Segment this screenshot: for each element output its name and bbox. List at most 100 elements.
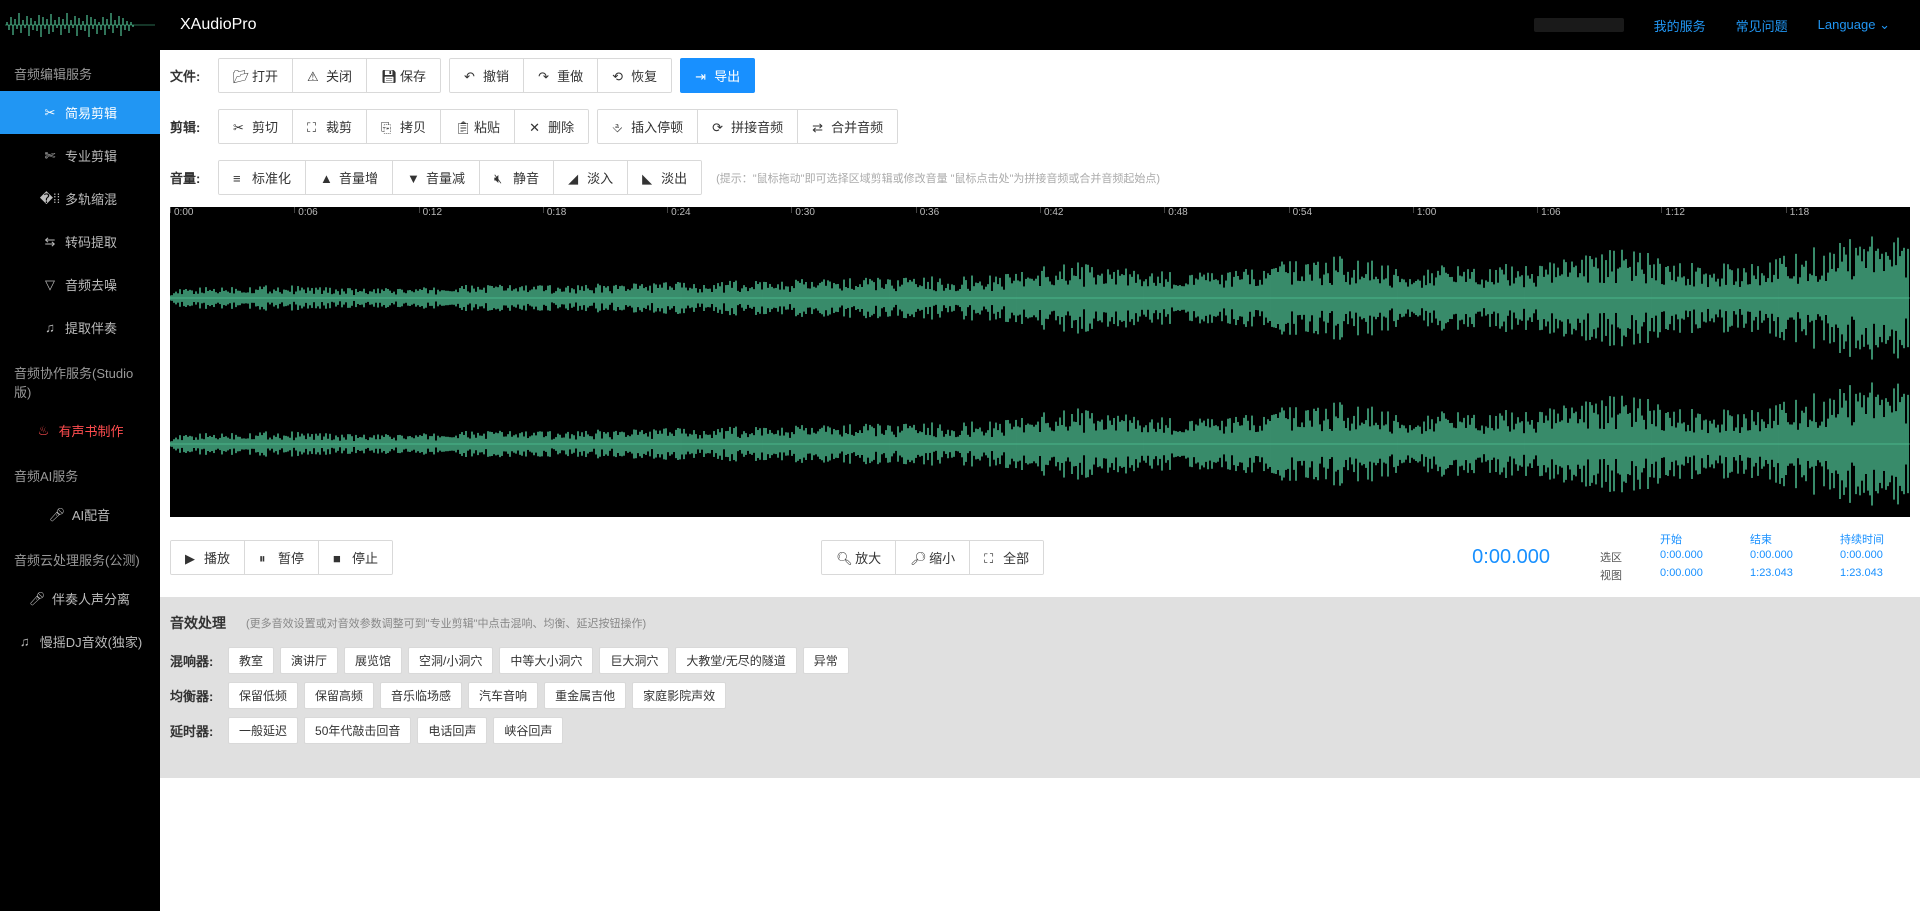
my-service-link[interactable]: 我的服务 [1654,16,1706,35]
undo-button[interactable]: ↶撤销 [450,59,523,92]
reverb-preset-4[interactable]: 中等大小洞穴 [499,647,593,674]
eq-preset-1[interactable]: 保留高频 [304,682,374,709]
reverb-preset-6[interactable]: 大教堂/无尽的隧道 [675,647,796,674]
file-toolbar: 文件: 📂︎打开 ⚠︎关闭 💾︎保存 ↶撤销 ↷重做 ⟲恢复 ⇥导出 [160,50,1920,101]
stop-button[interactable]: ■停止 [318,541,392,574]
user-placeholder [1534,18,1624,32]
language-select[interactable]: Language ⌄ [1818,17,1890,33]
reverb-preset-0[interactable]: 教室 [228,647,274,674]
eq-preset-0[interactable]: 保留低频 [228,682,298,709]
sidebar-item-pro-edit[interactable]: ✄专业剪辑 [0,134,160,177]
scissors-icon: ✂ [43,106,57,120]
paste-button[interactable]: 📋︎粘贴 [440,110,514,143]
sidebar-item-ai-voice[interactable]: 🎤︎AI配音 [0,493,160,536]
sidebar-section-studio: 音频协作服务(Studio版) [0,349,160,409]
zoom-all-button[interactable]: ⛶全部 [969,541,1043,574]
sidebar-section-cloud: 音频云处理服务(公测) [0,536,160,577]
mute-button[interactable]: 🔇︎静音 [479,161,553,194]
waveform-channel-right[interactable] [170,371,1910,517]
delay-preset-0[interactable]: 一般延迟 [228,717,298,744]
ruler-tick: 1:18 [1786,207,1809,213]
fx-panel: 音效处理 (更多音效设置或对音效参数调整可到"专业剪辑"中点击混响、均衡、延迟按… [160,597,1920,778]
chevron-down-icon: ⌄ [1879,17,1890,32]
delete-button[interactable]: ✕删除 [514,110,588,143]
save-button[interactable]: 💾︎保存 [366,59,440,92]
delay-preset-2[interactable]: 电话回声 [417,717,487,744]
ruler-tick: 1:06 [1537,207,1560,213]
fade-out-button[interactable]: ◣淡出 [627,161,701,194]
merge-audio-button[interactable]: ⇄合并音频 [797,110,897,143]
toolbar-tip: (提示："鼠标拖动"即可选择区域剪辑或修改音量 "鼠标点击处"为拼接音频或合并音… [716,170,1160,186]
waveform-channel-left[interactable] [170,225,1910,371]
delete-icon: ✕ [529,120,542,133]
mic-icon: 🎤︎ [50,508,64,522]
ruler-tick: 0:42 [1040,207,1063,213]
sidebar-section-ai: 音频AI服务 [0,452,160,493]
sidebar-item-simple-edit[interactable]: ✂简易剪辑 [0,91,160,134]
eq-preset-4[interactable]: 重金属吉他 [544,682,626,709]
faq-link[interactable]: 常见问题 [1736,16,1788,35]
reverb-preset-3[interactable]: 空洞/小洞穴 [408,647,493,674]
normalize-button[interactable]: ≡标准化 [219,161,305,194]
eq-preset-3[interactable]: 汽车音响 [468,682,538,709]
headphones-icon: ♫ [18,635,32,649]
sidebar-item-multitrack[interactable]: �⁞⁞多轨缩混 [0,177,160,220]
play-icon: ▶ [185,551,198,564]
ruler-tick: 0:54 [1289,207,1312,213]
open-button[interactable]: 📂︎打开 [219,59,292,92]
zoom-out-icon: 🔎︎ [910,551,923,564]
close-button[interactable]: ⚠︎关闭 [292,59,366,92]
merge-icon: ⇄ [812,120,825,133]
folder-icon: 📂︎ [233,69,246,82]
pause-icon: ⏸ [259,551,272,564]
app-name: XAudioPro [180,16,257,34]
trim-button[interactable]: ⛶裁剪 [292,110,366,143]
sidebar-item-denoise[interactable]: ▽音频去噪 [0,263,160,306]
link-icon: ⟳ [712,120,725,133]
zoom-out-button[interactable]: 🔎︎缩小 [895,541,969,574]
cut-button[interactable]: ✂剪切 [219,110,292,143]
zoom-in-icon: 🔍︎ [836,551,849,564]
delay-preset-3[interactable]: 峡谷回声 [493,717,563,744]
view-end: 1:23.043 [1750,567,1820,583]
sidebar-item-vocal-separation[interactable]: 🎤︎伴奏人声分离 [0,577,160,620]
view-dur: 1:23.043 [1840,567,1910,583]
vol-down-button[interactable]: ▼音量减 [392,161,479,194]
normalize-icon: ≡ [233,171,246,184]
scissors-icon: ✂ [233,120,246,133]
copy-button[interactable]: ⎘拷贝 [366,110,440,143]
concat-audio-button[interactable]: ⟳拼接音频 [697,110,797,143]
reverb-label: 混响器: [170,651,220,670]
play-button[interactable]: ▶播放 [171,541,244,574]
insert-pause-button[interactable]: ⎀插入停顿 [598,110,697,143]
col-end: 结束 [1750,531,1820,547]
sel-start: 0:00.000 [1660,549,1730,565]
zoom-in-button[interactable]: 🔍︎放大 [822,541,895,574]
sidebar-item-extract-accompaniment[interactable]: ♫提取伴奏 [0,306,160,349]
sel-dur: 0:00.000 [1840,549,1910,565]
sidebar-item-dj-effect[interactable]: ♫慢摇DJ音效(独家) [0,620,160,663]
sidebar-item-audiobook[interactable]: ♨有声书制作 [0,409,160,452]
export-button[interactable]: ⇥导出 [680,58,755,93]
redo-icon: ↷ [538,69,551,82]
sidebar-item-transcode[interactable]: ⇆转码提取 [0,220,160,263]
delay-preset-1[interactable]: 50年代敲击回音 [304,717,411,744]
pause-button[interactable]: ⏸暂停 [244,541,318,574]
reverb-preset-7[interactable]: 异常 [803,647,849,674]
export-icon: ⇥ [695,69,708,82]
redo-button[interactable]: ↷重做 [523,59,597,92]
reverb-preset-1[interactable]: 演讲厅 [280,647,338,674]
vol-up-button[interactable]: ▲音量增 [305,161,392,194]
eq-preset-5[interactable]: 家庭影院声效 [632,682,726,709]
ruler-tick: 0:36 [916,207,939,213]
time-ruler[interactable]: 0:000:060:120:180:240:300:360:420:480:54… [170,207,1910,225]
fx-title: 音效处理 [170,613,226,633]
fade-in-button[interactable]: ◢淡入 [553,161,627,194]
fx-eq-row: 均衡器: 保留低频保留高频音乐临场感汽车音响重金属吉他家庭影院声效 [170,678,1910,713]
waveform-area[interactable]: 0:000:060:120:180:240:300:360:420:480:54… [170,207,1910,517]
restore-button[interactable]: ⟲恢复 [597,59,671,92]
reverb-preset-2[interactable]: 展览馆 [344,647,402,674]
restore-icon: ⟲ [612,69,625,82]
reverb-preset-5[interactable]: 巨大洞穴 [599,647,669,674]
eq-preset-2[interactable]: 音乐临场感 [380,682,462,709]
